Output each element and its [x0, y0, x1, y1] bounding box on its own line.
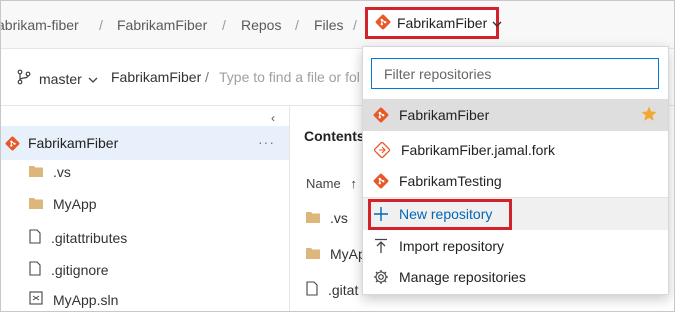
tree-item-folder[interactable]: .vs [29, 164, 71, 180]
branch-name: master [39, 70, 82, 87]
folder-icon [29, 196, 43, 212]
import-repository-menu-item[interactable]: Import repository [363, 230, 668, 262]
repo-option-fabrikamtesting[interactable]: FabrikamTesting [363, 165, 668, 197]
import-icon [373, 238, 389, 254]
branch-selector[interactable]: master [17, 69, 98, 88]
name-column-header[interactable]: Name ↑ [306, 176, 357, 191]
file-icon [306, 281, 318, 299]
highlight-box [368, 199, 512, 230]
solution-file-icon [29, 291, 43, 308]
file-row[interactable]: .gitat [306, 281, 358, 299]
file-search-input[interactable] [219, 66, 369, 88]
breadcrumb-repos[interactable]: Repos [241, 17, 281, 33]
repo-selector-label: FabrikamFiber [397, 15, 488, 31]
folder-icon [306, 246, 320, 262]
git-repo-icon [373, 107, 389, 123]
file-icon [29, 229, 41, 247]
import-repository-label: Import repository [399, 238, 505, 254]
repo-option-fabrikamfiber[interactable]: FabrikamFiber [363, 99, 668, 131]
breadcrumb-separator: / [295, 17, 299, 33]
manage-repositories-menu-item[interactable]: Manage repositories [363, 261, 668, 293]
tree-item-file[interactable]: .gitattributes [29, 229, 127, 247]
gear-icon [373, 269, 389, 285]
collapse-panel-icon[interactable]: ‹ [271, 111, 275, 125]
tree-root-repo[interactable]: FabrikamFiber ··· [1, 126, 289, 160]
filter-repositories-box [371, 58, 659, 89]
repo-option-label: FabrikamTesting [399, 173, 502, 189]
manage-repositories-label: Manage repositories [399, 269, 526, 285]
repo-selector-button[interactable]: FabrikamFiber [365, 7, 502, 39]
git-repo-icon [5, 136, 20, 151]
folder-icon [306, 210, 320, 226]
breadcrumb-team[interactable]: FabrikamFiber [117, 17, 207, 33]
repo-dropdown-menu: FabrikamFiber FabrikamFiber.jamal.fork F… [362, 46, 669, 295]
file-tree-panel: ‹ FabrikamFiber ··· .vs MyApp .gitattrib… [1, 106, 290, 311]
more-options-icon[interactable]: ··· [258, 134, 275, 150]
file-row[interactable]: MyAp [306, 246, 366, 262]
favorite-star-icon[interactable] [640, 105, 658, 126]
repo-option-label: FabrikamFiber.jamal.fork [401, 142, 556, 158]
file-icon [29, 261, 41, 279]
tree-item-label: MyApp.sln [53, 291, 119, 308]
file-row-name: MyAp [330, 246, 366, 262]
name-column-label: Name [306, 176, 341, 191]
fork-repo-icon [373, 142, 391, 158]
tree-root-label: FabrikamFiber [28, 135, 119, 151]
tree-item-file[interactable]: .gitignore [29, 261, 109, 279]
git-repo-icon [373, 173, 389, 189]
tree-item-label: .gitignore [51, 262, 109, 278]
repo-option-label: FabrikamFiber [399, 107, 490, 123]
tree-item-folder[interactable]: MyApp [29, 196, 97, 212]
breadcrumb-files[interactable]: Files [314, 17, 344, 33]
file-row-name: .gitat [328, 282, 359, 298]
breadcrumb-project[interactable]: abrikam-fiber [1, 17, 79, 33]
repo-option-fork[interactable]: FabrikamFiber.jamal.fork [363, 134, 668, 166]
sort-ascending-icon: ↑ [350, 176, 357, 191]
branch-icon [17, 69, 31, 88]
chevron-down-icon [88, 71, 98, 87]
filter-repositories-input[interactable] [372, 59, 658, 88]
breadcrumb-separator: / [99, 17, 103, 33]
file-row-name: .vs [330, 210, 348, 226]
tree-item-label: .vs [53, 164, 71, 180]
folder-icon [29, 164, 43, 180]
git-repo-icon [375, 14, 391, 33]
path-root-link[interactable]: FabrikamFiber [111, 69, 201, 85]
contents-tab[interactable]: Contents [304, 128, 365, 144]
breadcrumb-separator: / [222, 17, 226, 33]
breadcrumb: abrikam-fiber / FabrikamFiber / Repos / … [1, 1, 674, 49]
tree-item-file[interactable]: MyApp.sln [29, 291, 118, 308]
chevron-down-icon [492, 16, 502, 31]
file-row[interactable]: .vs [306, 210, 348, 226]
breadcrumb-separator: / [353, 17, 357, 33]
app-frame: abrikam-fiber / FabrikamFiber / Repos / … [0, 0, 675, 312]
tree-item-label: .gitattributes [51, 230, 128, 246]
path-separator: / [205, 69, 209, 85]
tree-item-label: MyApp [53, 196, 97, 212]
